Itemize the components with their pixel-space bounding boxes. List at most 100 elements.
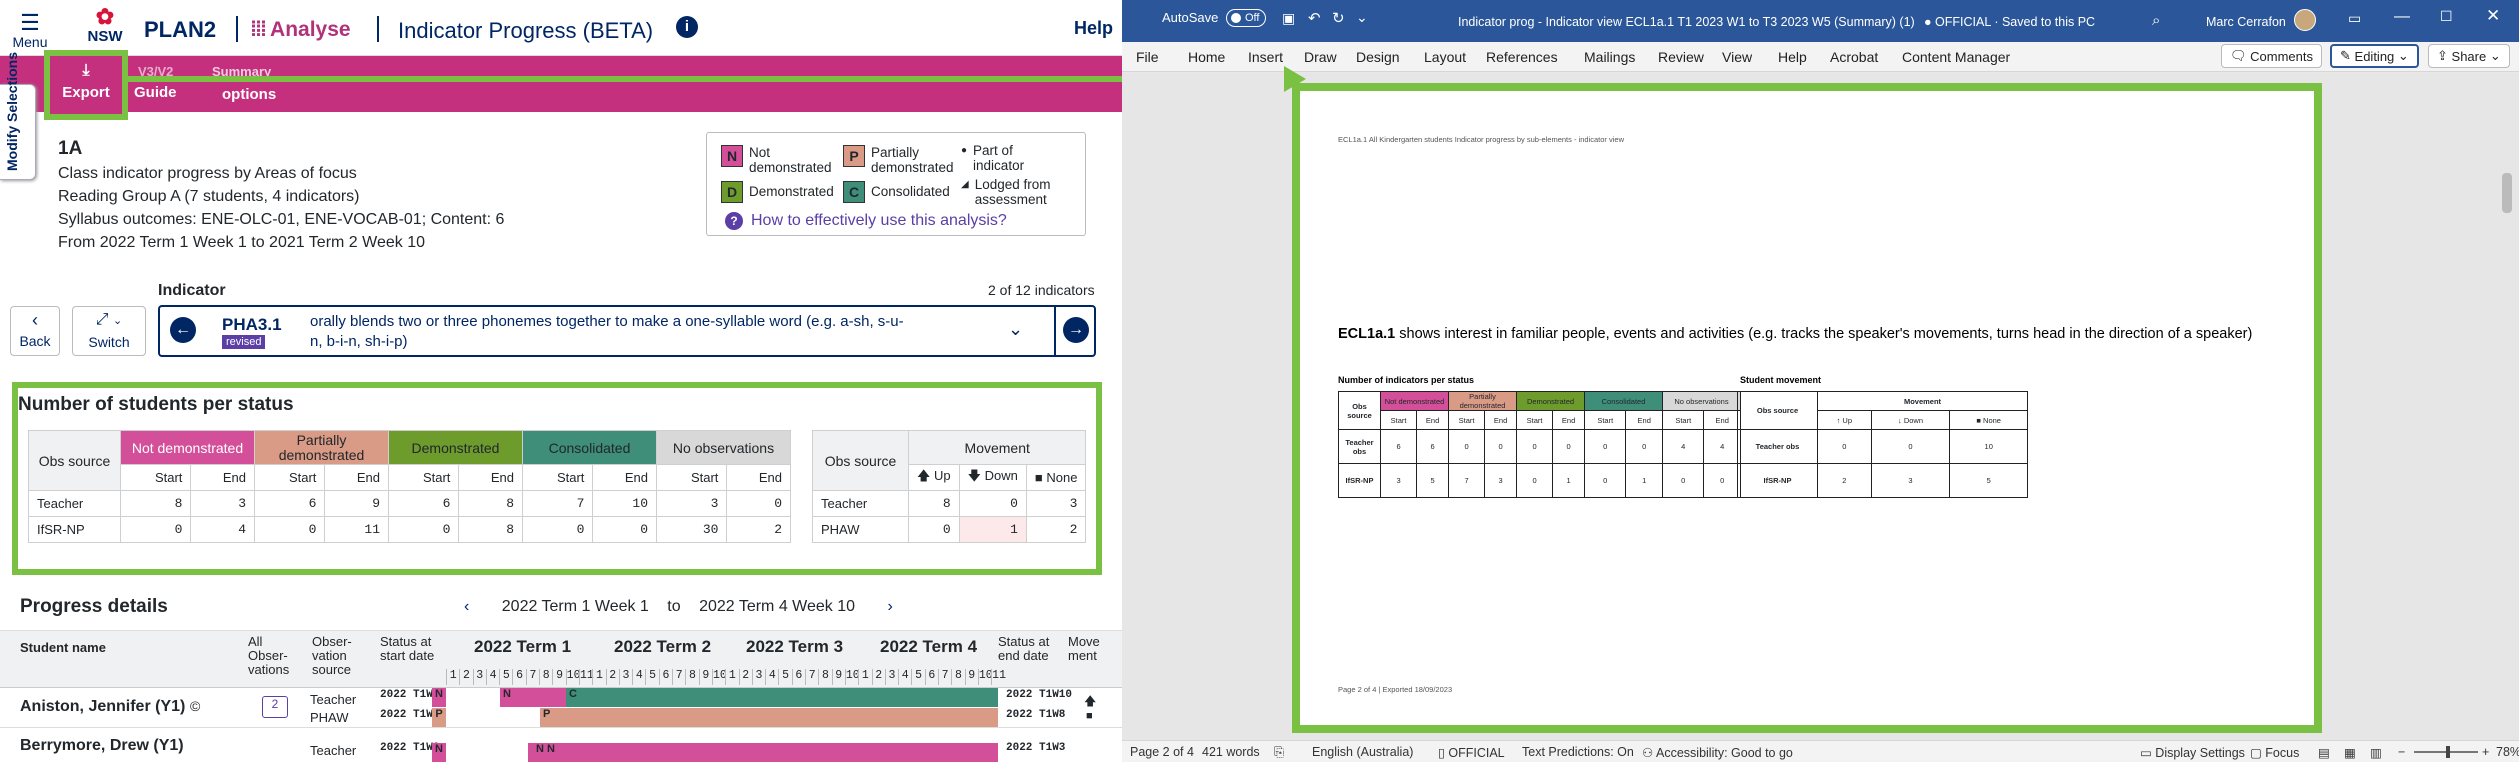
close-icon[interactable]: ✕ (2486, 6, 2500, 26)
ribbon-tab-layout[interactable]: Layout (1424, 49, 1466, 65)
indicator-text: orally blends two or three phonemes toge… (310, 313, 904, 350)
col-consolidated: Consolidated (522, 430, 657, 465)
table-row: IfSR-NP 35 73 01 01 00 (1338, 463, 1741, 498)
word-title-bar: AutoSave Off ▣ ↶ ↻ ⌄ Indicator prog - In… (1122, 0, 2519, 48)
share-button[interactable]: ⇪ Share ⌄ (2428, 44, 2510, 68)
indicator-label: Indicator (158, 282, 226, 299)
observations-icon[interactable]: 2 (262, 696, 288, 718)
editing-button[interactable]: ✎ Editing ⌄ (2330, 44, 2419, 68)
week-label: 3 (472, 669, 486, 685)
indicator-selector[interactable]: ← PHA3.1 revised orally blends two or th… (158, 305, 1096, 357)
nsw-logo: ✿ NSW (80, 4, 130, 46)
divider (377, 16, 379, 42)
chevron-right-icon[interactable]: › (887, 598, 892, 615)
read-mode-icon[interactable]: ▤ (2318, 745, 2330, 760)
table-row[interactable]: Berrymore, Drew (Y1) Teacher 2022 T1W2 N… (0, 729, 1122, 762)
week-label: 2 (871, 669, 885, 685)
module-name: ⁞⁞⁞ Analyse (250, 18, 351, 41)
week-label: 10 (977, 669, 993, 685)
search-icon[interactable]: ⌕ (2152, 12, 2160, 29)
dot-icon: ● (961, 145, 968, 156)
options-button[interactable]: options (222, 86, 276, 103)
week-label: 8 (685, 669, 698, 685)
prev-indicator-button[interactable]: ← (170, 317, 196, 343)
triangle-icon: ◢ (961, 179, 969, 190)
ribbon-tab-references[interactable]: References (1486, 49, 1558, 65)
ribbon-tab-design[interactable]: Design (1356, 49, 1400, 65)
back-button[interactable]: ‹ Back (10, 306, 60, 356)
ribbon-tab-home[interactable]: Home (1188, 49, 1225, 65)
week-label: 9 (552, 669, 565, 685)
class-heading: 1A (58, 138, 83, 159)
comments-button[interactable]: 🗨 Comments (2221, 44, 2322, 68)
focus-mode[interactable]: ▢ Focus (2250, 745, 2299, 760)
avatar[interactable] (2294, 9, 2316, 31)
customize-icon[interactable]: ⌄ (1356, 9, 1368, 26)
zoom-in-icon[interactable]: + (2482, 745, 2489, 759)
week-label: 1 (446, 669, 459, 685)
word-window: AutoSave Off ▣ ↶ ↻ ⌄ Indicator prog - In… (1122, 0, 2519, 762)
table-row[interactable]: Aniston, Jennifer (Y1) © 2 Teacher PHAW … (0, 688, 1122, 728)
top-bar: ☰ Menu ✿ NSW PLAN2 ⁞⁞⁞ Analyse Indicator… (0, 0, 1122, 56)
table-row: IfSR-NP 04 0 11 08 00 30 2 (28, 516, 791, 543)
info-icon[interactable]: i (676, 16, 698, 38)
week-label: 7 (937, 669, 951, 685)
autosave-toggle[interactable]: Off (1226, 9, 1266, 27)
save-icon[interactable]: ▣ (1282, 10, 1295, 27)
maximize-icon[interactable]: ☐ (2440, 8, 2453, 25)
ribbon-tab-draw[interactable]: Draw (1304, 49, 1337, 65)
ribbon-tab-file[interactable]: File (1136, 49, 1159, 65)
menu-button[interactable]: ☰ Menu (10, 12, 50, 51)
annotation-arrow (128, 76, 1122, 82)
week-label: 6 (658, 669, 672, 685)
switch-button[interactable]: ⤢ ⌄ Switch (72, 306, 146, 356)
chevron-left-icon[interactable]: ‹ (464, 598, 469, 615)
week-label: 11 (578, 669, 594, 685)
scrollbar[interactable] (2502, 173, 2512, 213)
legend-partially-demonstrated: P Partially demonstrated (843, 145, 955, 175)
minimize-icon[interactable]: — (2394, 8, 2410, 26)
ribbon-tab-view[interactable]: View (1722, 49, 1752, 65)
status-legend: N Not demonstrated P Partially demonstrate… (706, 132, 1086, 236)
waratah-icon: ✿ (95, 4, 115, 29)
redo-icon[interactable]: ↻ (1332, 9, 1345, 27)
ribbon-tab-insert[interactable]: Insert (1248, 49, 1283, 65)
accessibility-status[interactable]: ⚇ Accessibility: Good to go (1642, 745, 1793, 760)
how-to-use-link[interactable]: ? How to effectively use this analysis? (725, 212, 1007, 230)
legend-not-demonstrated: N Not demonstrated (721, 145, 832, 175)
zoom-level[interactable]: 78% (2496, 745, 2519, 759)
display-settings[interactable]: ▭ Display Settings (2140, 745, 2245, 760)
indicator-code: PHA3.1 (222, 315, 282, 334)
sensitivity-status[interactable]: ▯ OFFICIAL (1438, 745, 1505, 760)
term-header: 2022 Term 3 (746, 637, 844, 656)
ribbon-tab-acrobat[interactable]: Acrobat (1830, 49, 1878, 65)
week-label: 10 (711, 669, 727, 685)
help-link[interactable]: Help (1074, 18, 1113, 39)
modify-selections-tab[interactable]: Modify Selections (0, 52, 36, 180)
zoom-slider[interactable] (2414, 746, 2478, 758)
status-panel-title: Number of students per status (18, 394, 294, 415)
ribbon-display-icon[interactable]: ▭ (2348, 10, 2361, 27)
chevron-down-icon[interactable]: ⌄ (1008, 319, 1023, 340)
autosave-label: AutoSave (1162, 10, 1219, 25)
doc-heading: ECL1a.1 shows interest in familiar peopl… (1338, 326, 2253, 342)
ribbon-tab-help[interactable]: Help (1778, 49, 1807, 65)
undo-icon[interactable]: ↶ (1308, 9, 1321, 27)
ribbon-tab-review[interactable]: Review (1658, 49, 1704, 65)
week-label: 9 (698, 669, 712, 685)
zoom-out-icon[interactable]: − (2398, 745, 2405, 759)
obs-source-header: Obs source (28, 430, 121, 491)
next-indicator-button[interactable]: → (1063, 317, 1089, 343)
ribbon-tab-mailings[interactable]: Mailings (1584, 49, 1635, 65)
guide-button[interactable]: Guide (134, 84, 177, 101)
term-header: 2022 Term 2 (614, 637, 712, 656)
week-label: 2 (605, 669, 619, 685)
document-page[interactable]: ECL1a.1 All Kindergarten students Indica… (1300, 91, 2314, 725)
term-header: 2022 Term 4 (880, 637, 978, 656)
ribbon-tab-content-manager[interactable]: Content Manager (1902, 49, 2010, 65)
term-header: 2022 Term 1 (474, 637, 572, 656)
print-layout-icon[interactable]: ▦ (2344, 745, 2356, 760)
proofing-icon[interactable]: ⎘ (1274, 745, 1284, 760)
web-layout-icon[interactable]: ▥ (2370, 745, 2382, 760)
status-table: Obs source Not demonstrated Partially de… (28, 430, 791, 543)
